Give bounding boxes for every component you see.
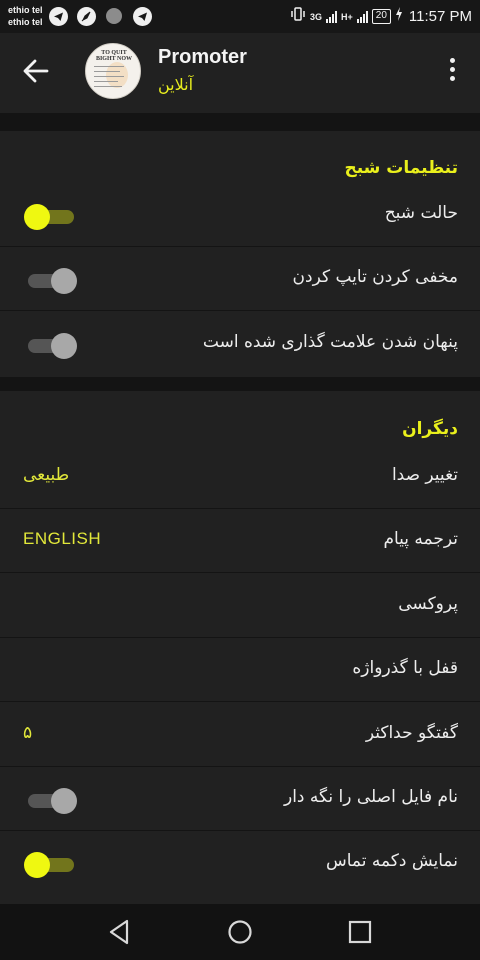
keep-filename-label: نام فایل اصلی را نگه دار <box>284 787 458 807</box>
telegram-notification-icon <box>49 7 68 26</box>
hide-typing-toggle[interactable] <box>24 265 78 295</box>
keep-filename-toggle[interactable] <box>24 785 78 815</box>
section-spacer <box>0 113 480 131</box>
translate-row[interactable]: ترجمه پیام ENGLISH <box>0 509 480 573</box>
proxy-label: پروکسی <box>398 594 458 614</box>
voice-changer-label: تغییر صدا <box>391 465 458 485</box>
clock: 11:57 PM <box>408 8 472 25</box>
more-menu-button[interactable] <box>444 55 460 87</box>
nav-home-button[interactable] <box>226 918 254 946</box>
translate-value: ENGLISH <box>23 529 102 548</box>
online-status: آنلاین <box>158 75 194 94</box>
chat-toolbar: TO QUIT BIGHT NOW Promoter آنلاین <box>0 33 480 113</box>
passcode-lock-row[interactable]: قفل با گذرواژه <box>0 638 480 702</box>
square-recents-icon <box>348 920 372 944</box>
more-vertical-icon <box>444 58 460 81</box>
back-button[interactable] <box>18 53 54 89</box>
call-button-toggle[interactable] <box>24 849 78 879</box>
call-button-label: نمایش دکمه تماس <box>325 851 458 871</box>
dot-notification-icon <box>106 8 122 24</box>
chat-title[interactable]: Promoter <box>158 46 247 69</box>
others-section: دیگران تغییر صدا طبیعی ترجمه پیام ENGLIS… <box>0 391 480 904</box>
voice-changer-value: طبیعی <box>23 465 70 485</box>
hide-read-receipt-toggle[interactable] <box>24 330 78 360</box>
nav-recents-button[interactable] <box>346 918 374 946</box>
network-type-1: 3G <box>310 11 323 22</box>
hide-read-receipt-label: پنهان شدن علامت گذاری شده است <box>202 332 458 352</box>
section-spacer-2 <box>0 377 480 391</box>
ghost-settings-section: تنظیمات شبح حالت شبح مخفی کردن تایپ کردن… <box>0 131 480 377</box>
circle-home-icon <box>228 920 252 944</box>
telegram-notification-icon-2 <box>133 7 152 26</box>
arrow-left-icon <box>23 59 49 83</box>
passcode-lock-label: قفل با گذرواژه <box>352 658 458 678</box>
nav-back-button[interactable] <box>106 918 134 946</box>
carrier-label-2: ethio tel <box>8 17 43 27</box>
hide-read-receipt-row[interactable]: پنهان شدن علامت گذاری شده است <box>0 312 480 376</box>
battery-indicator: 20 <box>371 9 391 24</box>
triangle-back-icon <box>109 919 129 945</box>
max-chats-row[interactable]: گفتگو حداکثر ۵ <box>0 703 480 767</box>
vibrate-icon <box>290 7 306 26</box>
network-type-2: H+ <box>341 11 353 22</box>
signal-icon-2 <box>356 10 368 23</box>
ghost-mode-label: حالت شبح <box>384 203 458 223</box>
hide-typing-label: مخفی کردن تایپ کردن <box>292 267 458 287</box>
rocket-notification-icon <box>77 7 96 26</box>
signal-icon-1 <box>326 10 338 23</box>
max-chats-value: ۵ <box>23 723 33 743</box>
translate-label: ترجمه پیام <box>383 529 458 549</box>
avatar[interactable]: TO QUIT BIGHT NOW <box>85 43 141 99</box>
avatar-text: TO QUIT BIGHT NOW <box>95 50 133 62</box>
charging-icon <box>395 7 403 26</box>
ghost-mode-toggle[interactable] <box>24 201 78 231</box>
ghost-mode-row[interactable]: حالت شبح <box>0 183 480 247</box>
carrier-label-1: ethio tel <box>8 5 43 15</box>
keep-filename-row[interactable]: نام فایل اصلی را نگه دار <box>0 767 480 831</box>
proxy-row[interactable]: پروکسی <box>0 574 480 638</box>
voice-changer-row[interactable]: تغییر صدا طبیعی <box>0 445 480 509</box>
call-button-row[interactable]: نمایش دکمه تماس <box>0 831 480 895</box>
section-header-others: دیگران <box>402 419 458 439</box>
navigation-bar <box>0 904 480 960</box>
status-bar: ethio tel ethio tel 3G H+ 20 11:57 PM <box>0 0 480 33</box>
section-header-ghost: تنظیمات شبح <box>344 158 458 178</box>
max-chats-label: گفتگو حداکثر <box>365 723 458 743</box>
hide-typing-row[interactable]: مخفی کردن تایپ کردن <box>0 247 480 311</box>
